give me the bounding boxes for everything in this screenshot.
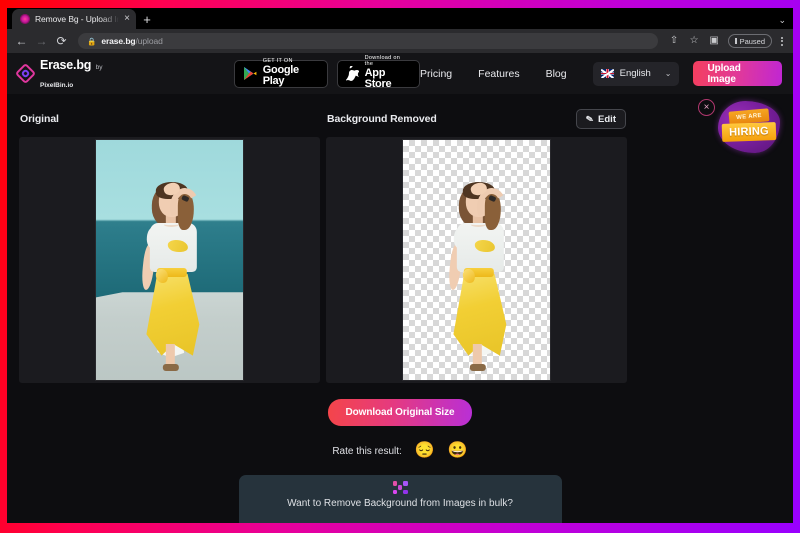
rate-positive-icon[interactable]: 😀 — [448, 443, 468, 459]
panel-background-removed: Background Removed ✎ Edit — [326, 108, 627, 383]
image-stage-result — [326, 137, 627, 383]
browser-toolbar: ← → ⟳ 🔒 erase.bg/upload ⇧ ☆ ▣ Paused — [7, 29, 793, 53]
main-nav: Pricing Features Blog — [420, 68, 567, 80]
tab-title: Remove Bg - Upload Images to — [35, 14, 119, 24]
apple-icon — [345, 65, 359, 81]
upload-image-button[interactable]: Upload Image — [693, 61, 782, 86]
panel-header: Original — [19, 108, 320, 130]
reload-icon[interactable]: ⟳ — [55, 35, 68, 47]
background-removed-image[interactable] — [403, 140, 550, 380]
chevron-down-icon[interactable]: ⌄ — [778, 15, 793, 29]
logo-title: Erase.bg — [40, 57, 92, 72]
language-value: English — [619, 68, 651, 79]
hiring-badge[interactable]: WE ARE HIRING — [718, 101, 780, 153]
url-text: erase.bg/upload — [101, 36, 162, 46]
back-icon[interactable]: ← — [15, 35, 28, 47]
site-header: Erase.bg by PixelBin.io GET IT ON Google… — [7, 53, 793, 94]
main-content: Original Background Removed ✎ Edit Downl… — [7, 94, 793, 523]
comparison-panels: Original Background Removed ✎ Edit — [7, 108, 793, 383]
forward-icon[interactable]: → — [35, 35, 48, 47]
bulk-dots-icon — [392, 481, 408, 494]
close-promo-icon[interactable]: × — [698, 99, 715, 116]
uk-flag-icon — [600, 69, 614, 78]
new-tab-button[interactable]: + — [136, 9, 158, 29]
rate-label: Rate this result: — [332, 445, 402, 457]
logo-text: Erase.bg by PixelBin.io — [40, 56, 130, 92]
browser-menu-icon[interactable] — [779, 36, 785, 46]
google-play-icon — [243, 67, 257, 80]
app-store-badge[interactable]: Download on the App Store — [336, 55, 421, 90]
pencil-icon: ✎ — [584, 112, 594, 125]
erasebg-logo-icon — [14, 62, 37, 85]
site-logo[interactable]: Erase.bg by PixelBin.io — [14, 56, 130, 92]
bulk-banner[interactable]: Want to Remove Background from Images in… — [238, 475, 562, 523]
panel-title-original: Original — [20, 113, 59, 125]
tab-strip: Remove Bg - Upload Images to × + ⌄ — [7, 8, 793, 29]
nav-link-features[interactable]: Features — [478, 68, 519, 80]
paused-label: Paused — [739, 36, 765, 46]
browser-chrome: Remove Bg - Upload Images to × + ⌄ ← → ⟳… — [7, 8, 793, 53]
chevron-down-icon: ⌄ — [664, 69, 672, 78]
edit-button[interactable]: ✎ Edit — [575, 109, 626, 129]
store-badges: GET IT ON Google Play Download on the Ap… — [233, 55, 421, 90]
rate-negative-icon[interactable]: 😔 — [415, 443, 435, 459]
url-domain: erase.bg — [101, 36, 136, 46]
photo-subject — [125, 174, 217, 376]
address-bar[interactable]: 🔒 erase.bg/upload — [78, 33, 658, 49]
bulk-banner-text: Want to Remove Background from Images in… — [287, 498, 513, 509]
original-image[interactable] — [96, 140, 243, 380]
panel-original: Original — [19, 108, 320, 383]
browser-tab[interactable]: Remove Bg - Upload Images to × — [12, 9, 136, 29]
favicon — [20, 14, 30, 24]
screen-recording-frame: Remove Bg - Upload Images to × + ⌄ ← → ⟳… — [0, 0, 800, 533]
pause-icon — [734, 38, 737, 44]
close-icon[interactable]: × — [124, 14, 130, 24]
bookmark-star-icon[interactable]: ☆ — [688, 36, 701, 46]
debugger-paused-chip[interactable]: Paused — [727, 34, 772, 48]
edit-button-label: Edit — [598, 113, 616, 125]
image-stage-original — [19, 137, 320, 383]
photo-subject-cutout — [432, 174, 524, 376]
nav-link-blog[interactable]: Blog — [546, 68, 567, 80]
share-icon[interactable]: ⇧ — [668, 36, 681, 46]
language-selector[interactable]: English ⌄ — [592, 61, 680, 86]
hiring-main-label: HIRING — [721, 122, 777, 142]
panel-header: Background Removed ✎ Edit — [326, 108, 627, 130]
rating-row: Rate this result: 😔 😀 — [7, 443, 793, 459]
download-row: Download Original Size — [7, 399, 793, 426]
browser-viewport: Remove Bg - Upload Images to × + ⌄ ← → ⟳… — [7, 8, 793, 523]
panel-title-background-removed: Background Removed — [327, 113, 437, 125]
google-play-badge[interactable]: GET IT ON Google Play — [233, 58, 328, 88]
google-play-label: GET IT ON Google Play — [262, 58, 299, 88]
side-panel-icon[interactable]: ▣ — [708, 36, 721, 46]
logo-byline-brand: PixelBin.io — [40, 81, 74, 89]
download-original-size-button[interactable]: Download Original Size — [327, 399, 473, 426]
lock-icon: 🔒 — [87, 36, 97, 46]
page-body: Erase.bg by PixelBin.io GET IT ON Google… — [7, 53, 793, 523]
nav-link-pricing[interactable]: Pricing — [420, 68, 452, 80]
url-path: /upload — [135, 36, 163, 46]
app-store-label: Download on the App Store — [364, 55, 401, 91]
